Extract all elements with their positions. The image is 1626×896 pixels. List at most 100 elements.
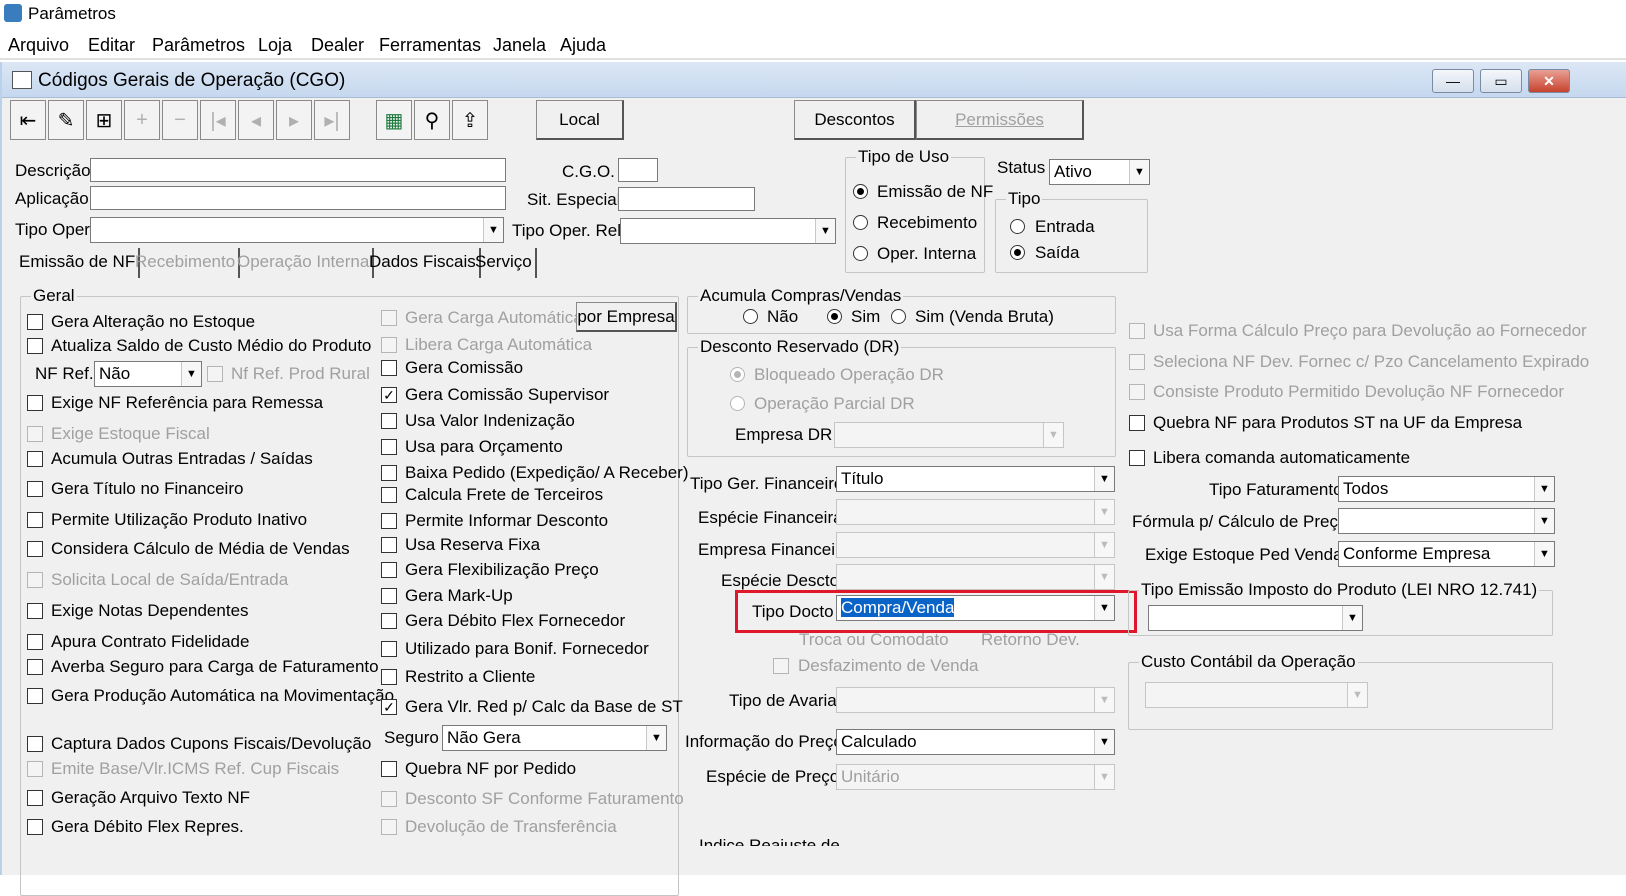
- last-record-icon[interactable]: ▸|: [314, 100, 350, 140]
- checkbox[interactable]: [27, 736, 43, 752]
- desfazimento-checkbox[interactable]: [773, 658, 789, 674]
- checkbox[interactable]: ✓: [381, 387, 397, 403]
- menu-janela[interactable]: Janela: [493, 35, 546, 56]
- menu-ferramentas[interactable]: Ferramentas: [379, 35, 481, 56]
- checkbox[interactable]: [381, 613, 397, 629]
- tab-dados-fiscais[interactable]: Dados Fiscais: [366, 248, 481, 278]
- nf-ref-prod-rural-checkbox[interactable]: [207, 366, 223, 382]
- exige-estoque-select[interactable]: Conforme Empresa ▼: [1338, 541, 1555, 567]
- minimize-button[interactable]: —: [1432, 69, 1474, 93]
- status-select[interactable]: Ativo ▼: [1049, 159, 1150, 185]
- checkbox[interactable]: [381, 641, 397, 657]
- empresa-dr-select[interactable]: ▼: [834, 422, 1064, 448]
- checkbox[interactable]: [1129, 323, 1145, 339]
- checkbox[interactable]: [381, 819, 397, 835]
- checkbox[interactable]: [381, 562, 397, 578]
- checkbox[interactable]: [27, 634, 43, 650]
- oper-interna-radio[interactable]: [853, 246, 868, 261]
- remove-row-icon[interactable]: −: [162, 100, 198, 140]
- saida-radio[interactable]: [1010, 245, 1025, 260]
- seguro-select[interactable]: Não Gera ▼: [442, 725, 667, 751]
- sit-especial-input[interactable]: [618, 187, 755, 211]
- prev-record-icon[interactable]: ◂: [238, 100, 274, 140]
- checkbox[interactable]: [381, 413, 397, 429]
- checkbox[interactable]: [27, 603, 43, 619]
- checkbox[interactable]: [27, 790, 43, 806]
- acumula-nao-radio[interactable]: [743, 309, 758, 324]
- tipo-oper-rel-select[interactable]: ▼: [620, 218, 836, 244]
- checkbox[interactable]: [27, 688, 43, 704]
- checkbox[interactable]: [381, 337, 397, 353]
- checkbox[interactable]: [381, 310, 397, 326]
- especie-fin-select[interactable]: ▼: [836, 499, 1115, 525]
- local-button[interactable]: Local: [536, 100, 624, 140]
- especie-descto-select[interactable]: ▼: [836, 564, 1115, 590]
- checkbox[interactable]: [27, 761, 43, 777]
- por-empresa-button[interactable]: por Empresa: [576, 302, 677, 332]
- menu-ajuda[interactable]: Ajuda: [560, 35, 606, 56]
- acumula-sim-bruta-radio[interactable]: [891, 309, 906, 324]
- binoculars-icon[interactable]: ⚲: [414, 100, 450, 140]
- menu-loja[interactable]: Loja: [258, 35, 292, 56]
- checkbox[interactable]: [381, 439, 397, 455]
- info-preco-select[interactable]: Calculado ▼: [836, 729, 1115, 755]
- checkbox[interactable]: [27, 572, 43, 588]
- add-row-icon[interactable]: +: [124, 100, 160, 140]
- checkbox[interactable]: [27, 426, 43, 442]
- checkbox[interactable]: [27, 659, 43, 675]
- recebimento-radio[interactable]: [853, 215, 868, 230]
- checkbox[interactable]: [27, 541, 43, 557]
- checkbox[interactable]: [381, 761, 397, 777]
- next-record-icon[interactable]: ▸: [276, 100, 312, 140]
- menu-dealer[interactable]: Dealer: [311, 35, 364, 56]
- checkbox[interactable]: [381, 791, 397, 807]
- acumula-sim-radio[interactable]: [827, 309, 842, 324]
- checkbox[interactable]: [1129, 384, 1145, 400]
- maximize-button[interactable]: ▭: [1480, 69, 1522, 93]
- checkbox[interactable]: [1129, 415, 1145, 431]
- tipo-emissao-select[interactable]: ▼: [1148, 605, 1363, 631]
- empresa-fin-select[interactable]: ▼: [836, 532, 1115, 558]
- checkbox[interactable]: [381, 360, 397, 376]
- entrada-radio[interactable]: [1010, 219, 1025, 234]
- tab-servico[interactable]: Serviço: [472, 248, 537, 278]
- aplicacao-input[interactable]: [90, 186, 506, 210]
- exit-icon[interactable]: ⇤: [10, 100, 46, 140]
- descontos-button[interactable]: Descontos: [794, 100, 916, 140]
- nf-ref-select[interactable]: Não ▼: [94, 361, 202, 387]
- custo-contabil-select[interactable]: ▼: [1145, 682, 1368, 708]
- checkbox[interactable]: [381, 669, 397, 685]
- tipo-avaria-select[interactable]: ▼: [836, 687, 1115, 713]
- checkbox[interactable]: [27, 314, 43, 330]
- checkbox[interactable]: [27, 512, 43, 528]
- close-button[interactable]: ✕: [1528, 69, 1570, 93]
- checkbox[interactable]: [381, 487, 397, 503]
- checkbox[interactable]: [27, 481, 43, 497]
- checkbox[interactable]: [381, 588, 397, 604]
- checkbox[interactable]: [381, 465, 397, 481]
- insert-icon[interactable]: ⊞: [86, 100, 122, 140]
- tab-emissao-nf[interactable]: Emissão de NF: [16, 248, 141, 278]
- checkbox[interactable]: [1129, 354, 1145, 370]
- bloqueado-dr-radio[interactable]: [730, 367, 745, 382]
- checkbox[interactable]: [381, 537, 397, 553]
- checkbox[interactable]: [27, 819, 43, 835]
- menu-parametros[interactable]: Parâmetros: [152, 35, 245, 56]
- formula-select[interactable]: ▼: [1338, 508, 1555, 534]
- menu-editar[interactable]: Editar: [88, 35, 135, 56]
- checkbox[interactable]: [27, 338, 43, 354]
- tab-operacao-interna[interactable]: Operação Interna: [234, 248, 375, 278]
- edit-icon[interactable]: ✎: [48, 100, 84, 140]
- cgo-input[interactable]: [618, 158, 658, 182]
- parcial-dr-radio[interactable]: [730, 396, 745, 411]
- emissao-nf-radio[interactable]: [853, 184, 868, 199]
- tipo-fat-select[interactable]: Todos ▼: [1338, 476, 1555, 502]
- tipo-ger-fin-select[interactable]: Título ▼: [836, 466, 1115, 492]
- tab-recebimento[interactable]: Recebimento: [132, 248, 241, 278]
- especie-preco-select[interactable]: Unitário ▼: [836, 764, 1115, 790]
- first-record-icon[interactable]: |◂: [200, 100, 236, 140]
- checkbox[interactable]: [381, 513, 397, 529]
- checkbox[interactable]: [27, 395, 43, 411]
- checkbox[interactable]: [1129, 450, 1145, 466]
- checkbox[interactable]: ✓: [381, 699, 397, 715]
